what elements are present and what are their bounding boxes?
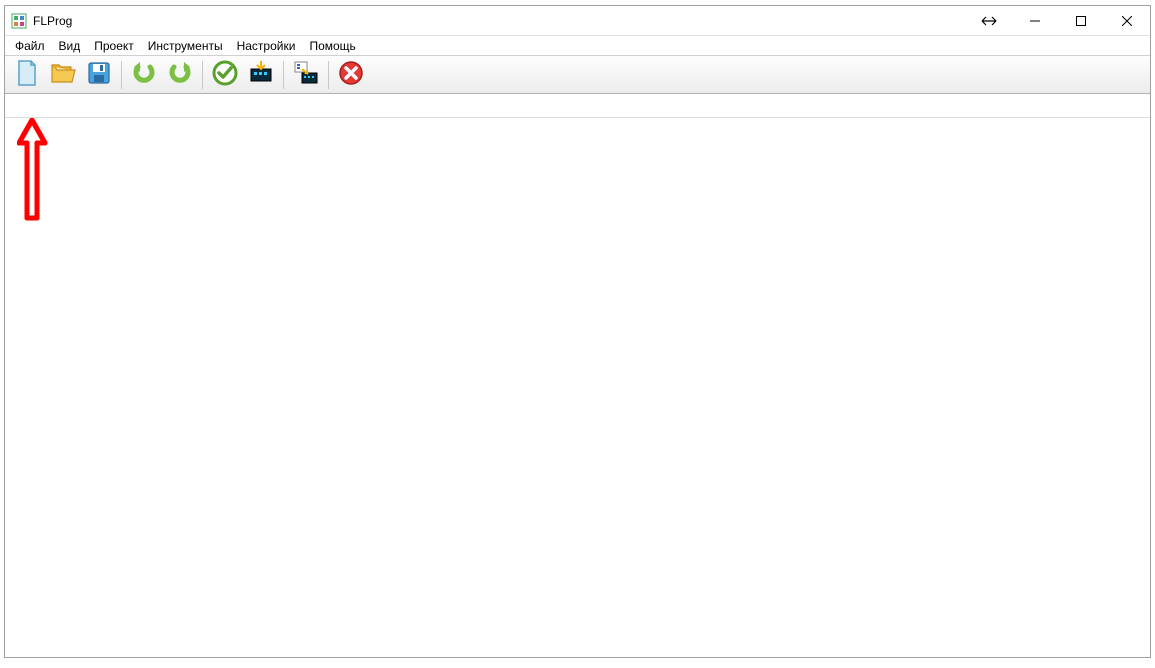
minimize-button[interactable] [1012,6,1058,36]
stop-icon [337,59,365,90]
menu-file[interactable]: Файл [9,37,51,55]
annotation-arrow-icon [17,118,57,231]
close-button[interactable] [1104,6,1150,36]
save-button[interactable] [81,59,117,91]
toolbar-separator [328,61,329,89]
new-file-icon [13,59,41,90]
menu-project[interactable]: Проект [88,37,140,55]
check-icon [211,59,239,90]
content-area [5,118,1150,657]
open-folder-icon [49,59,77,90]
app-icon [11,13,27,29]
menu-view[interactable]: Вид [53,37,87,55]
upload-icon [292,59,320,90]
titlebar: FLProg [5,6,1150,36]
menubar: Файл Вид Проект Инструменты Настройки По… [5,36,1150,56]
menu-settings[interactable]: Настройки [231,37,302,55]
undo-icon [130,59,158,90]
check-button[interactable] [207,59,243,91]
redo-button[interactable] [162,59,198,91]
resize-arrows-icon [966,6,1012,36]
toolbar-separator [202,61,203,89]
save-icon [85,59,113,90]
compile-button[interactable] [243,59,279,91]
window-controls [966,6,1150,35]
compile-icon [247,59,275,90]
window-title: FLProg [33,14,72,28]
redo-icon [166,59,194,90]
secondary-toolbar [5,94,1150,118]
upload-button[interactable] [288,59,324,91]
menu-help[interactable]: Помощь [303,37,361,55]
maximize-button[interactable] [1058,6,1104,36]
open-folder-button[interactable] [45,59,81,91]
toolbar-separator [121,61,122,89]
new-file-button[interactable] [9,59,45,91]
menu-tools[interactable]: Инструменты [142,37,229,55]
toolbar [5,56,1150,94]
undo-button[interactable] [126,59,162,91]
app-window: FLProg Файл Вид Проект Инструменты Настр… [4,5,1151,658]
stop-button[interactable] [333,59,369,91]
toolbar-separator [283,61,284,89]
